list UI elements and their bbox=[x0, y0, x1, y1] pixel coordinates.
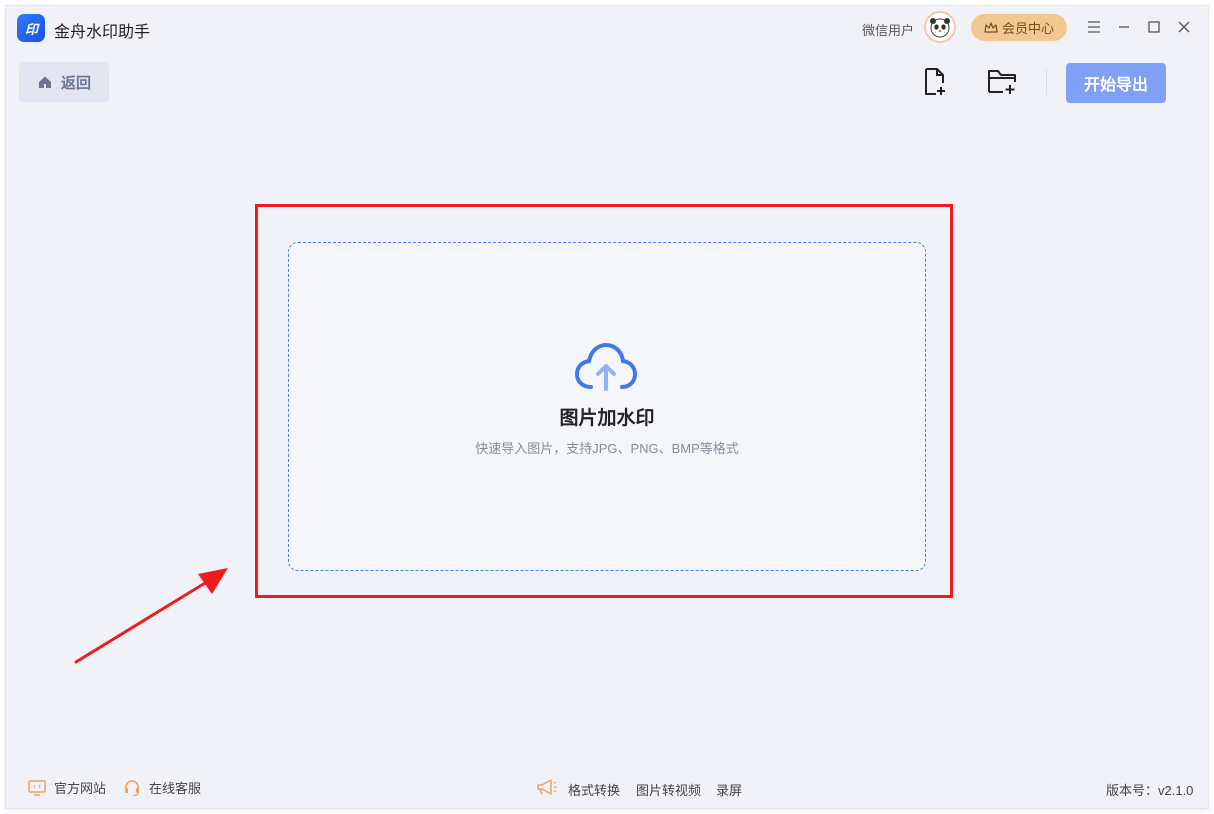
menu-icon bbox=[1088, 21, 1100, 33]
official-website-label: 官方网站 bbox=[54, 781, 107, 796]
home-icon bbox=[38, 76, 51, 88]
back-label: 返回 bbox=[60, 74, 91, 92]
start-export-button[interactable]: 开始导出 bbox=[1066, 63, 1166, 103]
avatar[interactable] bbox=[924, 11, 956, 43]
toolbar-divider bbox=[1046, 69, 1047, 95]
format-convert-link[interactable]: 格式转换 bbox=[568, 780, 620, 799]
app-logo: 印 bbox=[17, 14, 45, 42]
monitor-icon bbox=[28, 779, 46, 796]
image-to-video-link[interactable]: 图片转视频 bbox=[636, 780, 701, 799]
add-file-button[interactable] bbox=[920, 66, 952, 98]
drop-title: 图片加水印 bbox=[559, 408, 655, 429]
crown-icon bbox=[984, 21, 998, 33]
drop-subtitle: 快速导入图片，支持JPG、PNG、BMP等格式 bbox=[475, 441, 739, 456]
online-service-label: 在线客服 bbox=[149, 781, 202, 796]
official-website-link[interactable]: 官方网站 bbox=[28, 778, 106, 797]
close-icon bbox=[1178, 21, 1190, 33]
title-bar: 印 金舟水印助手 微信用户 会员中心 bbox=[6, 6, 1208, 50]
add-folder-button[interactable] bbox=[987, 66, 1019, 98]
vip-center-button[interactable]: 会员中心 bbox=[971, 14, 1067, 41]
maximize-icon bbox=[1148, 21, 1160, 33]
back-button[interactable]: 返回 bbox=[19, 62, 109, 102]
headset-icon bbox=[125, 779, 139, 796]
minimize-icon bbox=[1119, 26, 1129, 28]
user-name[interactable]: 微信用户 bbox=[862, 20, 914, 39]
app-logo-text: 印 bbox=[24, 21, 38, 37]
minimize-button[interactable] bbox=[1113, 16, 1135, 38]
vip-center-label: 会员中心 bbox=[1001, 21, 1054, 36]
add-file-icon bbox=[925, 68, 945, 95]
footer: 官方网站 在线客服 格式转换 图片转视频 录屏 版本号：v2.1.0 bbox=[6, 774, 1208, 800]
megaphone-icon bbox=[537, 779, 557, 795]
drop-zone[interactable]: 图片加水印 快速导入图片，支持JPG、PNG、BMP等格式 bbox=[288, 242, 926, 571]
app-title: 金舟水印助手 bbox=[54, 24, 151, 41]
close-button[interactable] bbox=[1173, 16, 1195, 38]
version-label: 版本号：v2.1.0 bbox=[1106, 783, 1194, 798]
app-window: 印 金舟水印助手 微信用户 会员中心 返回 开始导出 图片加水印 快速导入图片，… bbox=[6, 6, 1208, 808]
add-folder-icon bbox=[988, 70, 1016, 94]
cloud-upload-icon bbox=[575, 342, 637, 391]
screen-record-link[interactable]: 录屏 bbox=[716, 780, 742, 799]
maximize-button[interactable] bbox=[1143, 16, 1165, 38]
panda-avatar-icon bbox=[930, 18, 950, 38]
online-service-link[interactable]: 在线客服 bbox=[123, 778, 201, 797]
menu-button[interactable] bbox=[1083, 16, 1105, 38]
arrow-annotation bbox=[74, 568, 228, 664]
